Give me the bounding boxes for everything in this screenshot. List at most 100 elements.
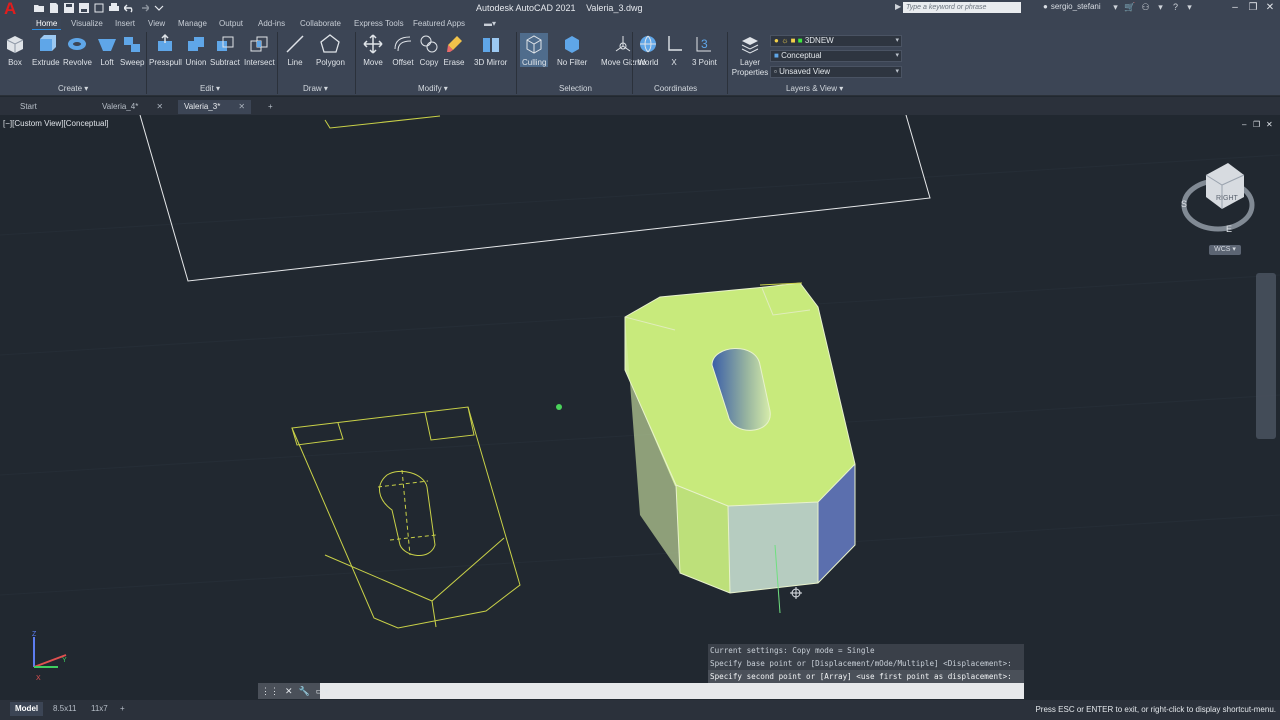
tab-model[interactable]: Model — [10, 702, 44, 716]
compass-east[interactable]: E — [1226, 224, 1232, 234]
3d-solid[interactable] — [624, 282, 856, 614]
tab-add-ins[interactable]: Add-ins — [254, 17, 289, 30]
modify-panel-label[interactable]: Modify ▾ — [418, 84, 448, 93]
union-button[interactable]: Union — [185, 33, 207, 67]
revolve-button[interactable]: Revolve — [63, 33, 92, 67]
model-canvas[interactable]: Z Y X RIGHT S E — [0, 115, 1280, 700]
presspull-button[interactable]: Presspull — [149, 33, 182, 67]
tab-output[interactable]: Output — [215, 17, 247, 30]
close-icon[interactable]: ✕ — [156, 102, 163, 111]
box-button[interactable]: Box — [4, 33, 26, 67]
folder-icon[interactable] — [34, 3, 44, 13]
wireframe-rectangle[interactable] — [139, 115, 931, 282]
add-layout-plus-icon[interactable]: + — [115, 702, 130, 716]
tab-express-tools[interactable]: Express Tools — [350, 17, 408, 30]
intersect-button[interactable]: Intersect — [244, 33, 275, 67]
layers-view-panel-label[interactable]: Layers & View ▾ — [786, 84, 843, 93]
doc-tab-start[interactable]: Start — [14, 100, 43, 114]
new-file-icon[interactable] — [49, 3, 59, 13]
wireframe-profile[interactable] — [291, 406, 521, 629]
restore-icon[interactable]: ❐ — [1253, 120, 1260, 129]
wireframe-fragment[interactable] — [324, 115, 441, 129]
line-button[interactable]: Line — [284, 33, 306, 67]
3d-mirror-button[interactable]: 3D Mirror — [474, 33, 507, 67]
doc-tab-valeria-3[interactable]: Valeria_3* ✕ — [178, 100, 252, 114]
sweep-label: Sweep — [120, 58, 145, 67]
tab-visualize[interactable]: Visualize — [67, 17, 107, 30]
move-button[interactable]: Move — [362, 33, 384, 67]
command-dropdown-icon[interactable]: ▭▾ — [316, 686, 329, 697]
sweep-button[interactable]: Sweep — [120, 33, 144, 67]
subtract-button[interactable]: Subtract — [210, 33, 240, 67]
print-icon[interactable] — [109, 3, 119, 13]
wcs-dropdown[interactable]: WCS ▾ — [1209, 245, 1241, 255]
close-icon[interactable]: ✕ — [238, 102, 245, 111]
tab-insert[interactable]: Insert — [111, 17, 139, 30]
loft-button[interactable]: Loft — [96, 33, 118, 67]
save-as-icon[interactable] — [79, 3, 89, 13]
undo-icon[interactable] — [124, 3, 134, 13]
drawing-viewport[interactable]: Z Y X RIGHT S E [−][Custom View][Concept… — [0, 115, 1280, 700]
visual-style-dropdown[interactable]: ■ Conceptual ▾ — [770, 50, 902, 62]
coordinates-panel-label[interactable]: Coordinates — [654, 84, 697, 93]
compass-south[interactable]: S — [1181, 199, 1187, 209]
close-icon[interactable]: ✕ — [1266, 120, 1273, 129]
people-icon[interactable]: ⚇ — [1140, 2, 1151, 13]
save-icon[interactable] — [64, 3, 74, 13]
offset-button[interactable]: Offset — [392, 33, 414, 67]
navigation-bar[interactable] — [1256, 273, 1276, 439]
ribbon-toggle-icon[interactable]: ▬▾ — [480, 17, 500, 30]
3-point-button[interactable]: 3 3 Point — [692, 33, 717, 67]
tab-manage[interactable]: Manage — [174, 17, 211, 30]
doc-tab-valeria-4[interactable]: Valeria_4* ✕ — [96, 100, 169, 114]
user-account[interactable]: ● sergio_stefani — [1043, 2, 1101, 11]
copy-button[interactable]: Copy — [418, 33, 440, 67]
create-panel-label[interactable]: Create ▾ — [58, 84, 88, 93]
tab-layout-8-5x11[interactable]: 8.5x11 — [48, 702, 81, 716]
viewcube[interactable]: RIGHT S E — [1181, 163, 1255, 234]
tab-home[interactable]: Home — [32, 17, 62, 30]
command-prompt: Specify second point or [Array] <use fir… — [708, 670, 1024, 683]
ucs-x-button[interactable]: X — [663, 33, 685, 67]
new-tab-plus-icon[interactable]: + — [262, 100, 279, 114]
search-input[interactable]: Type a keyword or phrase — [903, 2, 1021, 13]
app-name: Autodesk AutoCAD 2021 — [476, 3, 576, 13]
grip-icon[interactable]: ⋮⋮ — [261, 686, 279, 697]
layer-properties-button[interactable]: Layer Properties — [730, 33, 770, 78]
world-button[interactable]: World — [637, 33, 659, 67]
polygon-button[interactable]: Polygon — [316, 33, 345, 67]
search-arrow-icon[interactable]: ▶ — [895, 2, 901, 11]
tab-view[interactable]: View — [144, 17, 169, 30]
tab-collaborate[interactable]: Collaborate — [296, 17, 345, 30]
minimize-icon[interactable]: – — [1228, 1, 1242, 14]
layer-dropdown[interactable]: ● ☼ ■ ■ 3DNEW ▾ — [770, 35, 902, 47]
draw-panel-label[interactable]: Draw ▾ — [303, 84, 328, 93]
dropdown-chevron-icon[interactable]: ▾ — [1110, 2, 1121, 13]
selection-panel-label[interactable]: Selection — [559, 84, 592, 93]
wrench-icon[interactable]: 🔧 — [299, 686, 310, 697]
tab-layout-11x7[interactable]: 11x7 — [86, 702, 113, 716]
dropdown-chevron-icon[interactable]: ▾ — [1184, 2, 1195, 13]
share-icon[interactable] — [94, 3, 104, 13]
no-filter-button[interactable]: No Filter — [557, 33, 587, 67]
cart-icon[interactable]: 🛒 — [1124, 2, 1135, 13]
extrude-button[interactable]: Extrude — [32, 33, 60, 67]
viewport-controls-label[interactable]: [−][Custom View][Conceptual] — [3, 119, 108, 128]
svg-text:Y: Y — [62, 657, 67, 664]
close-icon[interactable]: ✕ — [1263, 1, 1277, 14]
redo-icon[interactable] — [139, 3, 149, 13]
close-icon[interactable]: ✕ — [285, 686, 293, 697]
named-view-dropdown[interactable]: ▫ Unsaved View ▾ — [770, 66, 902, 78]
command-line[interactable]: ⋮⋮ ✕ 🔧 ▭▾ — [258, 683, 1024, 699]
edit-panel-label[interactable]: Edit ▾ — [200, 84, 220, 93]
help-icon[interactable]: ? — [1170, 2, 1181, 13]
culling-button[interactable]: Culling — [520, 33, 549, 67]
dropdown-chevron-icon[interactable]: ▾ — [1155, 2, 1166, 13]
minimize-icon[interactable]: – — [1242, 120, 1246, 129]
polygon-label: Polygon — [316, 58, 345, 67]
dropdown-chevron-icon[interactable] — [154, 3, 164, 13]
erase-button[interactable]: Erase — [443, 33, 465, 67]
maximize-icon[interactable]: ❐ — [1246, 1, 1260, 14]
viewcube-face-label[interactable]: RIGHT — [1216, 195, 1239, 202]
tab-featured-apps[interactable]: Featured Apps — [409, 17, 469, 30]
